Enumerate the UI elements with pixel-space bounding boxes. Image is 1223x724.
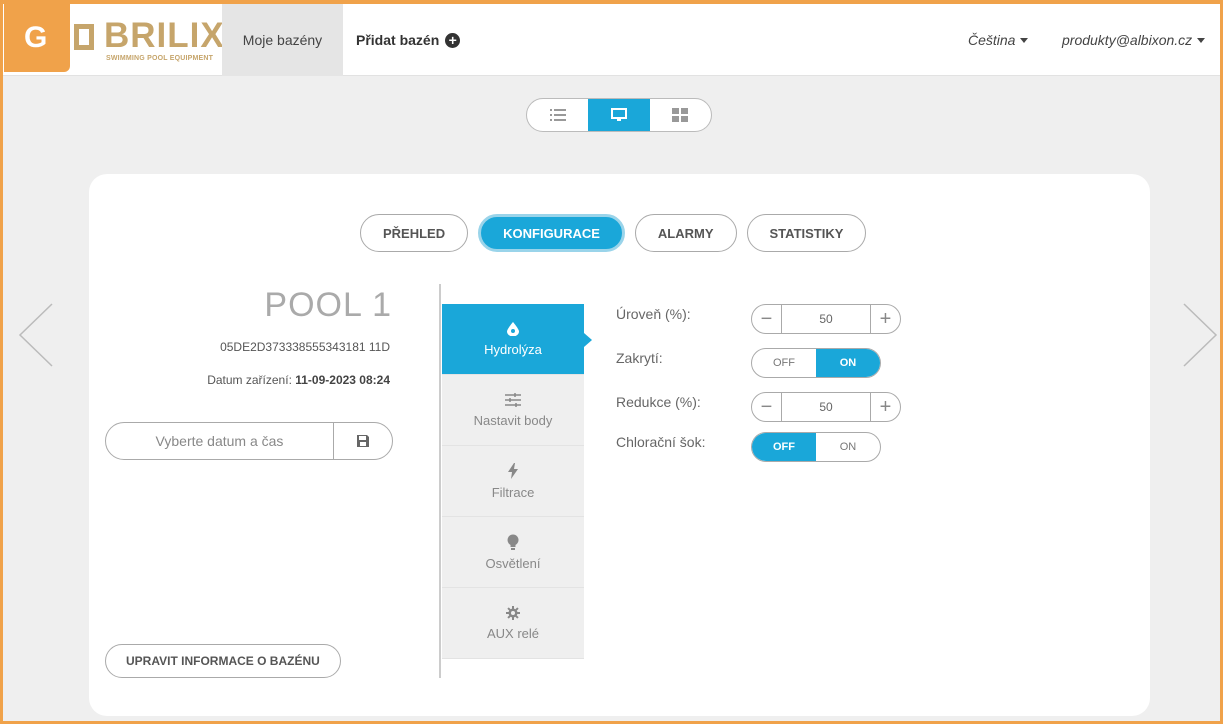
menu-item-label: Osvětlení bbox=[485, 555, 541, 571]
grid-view-button[interactable] bbox=[650, 99, 711, 131]
shock-on-option[interactable]: ON bbox=[816, 433, 880, 461]
logo-subtitle: SWIMMING POOL EQUIPMENT bbox=[106, 55, 214, 62]
menu-item-aux-rele[interactable]: AUX relé bbox=[442, 588, 584, 659]
shock-off-option[interactable]: OFF bbox=[752, 433, 816, 461]
tab-alarmy[interactable]: ALARMY bbox=[634, 214, 737, 252]
sliders-icon bbox=[505, 392, 521, 407]
next-arrow-icon[interactable] bbox=[1180, 300, 1220, 370]
date-picker: Vyberte datum a čas bbox=[105, 422, 393, 460]
config-menu: Hydrolýza Nastavit body Filtrace Osvětle… bbox=[442, 304, 592, 659]
menu-item-label: Nastavit body bbox=[473, 412, 553, 428]
drop-icon bbox=[507, 321, 519, 336]
reduction-increment-button[interactable]: + bbox=[870, 393, 900, 421]
cover-toggle: OFF ON bbox=[751, 348, 881, 378]
save-date-button[interactable] bbox=[334, 423, 392, 459]
level-value[interactable]: 50 bbox=[782, 305, 870, 333]
save-icon bbox=[357, 435, 369, 447]
bolt-icon bbox=[508, 462, 518, 479]
menu-item-hydrolyza[interactable]: Hydrolýza bbox=[442, 304, 592, 375]
single-view-button[interactable] bbox=[588, 99, 650, 131]
pool-name: POOL 1 bbox=[264, 286, 392, 324]
pool-card: PŘEHLED KONFIGURACE ALARMY STATISTIKY PO… bbox=[89, 174, 1150, 716]
list-view-button[interactable] bbox=[527, 99, 588, 131]
setting-reduction: Redukce (%): − 50 + bbox=[616, 392, 936, 432]
hydrolysis-settings: Úroveň (%): − 50 + Zakrytí: OFF ON Reduk… bbox=[616, 304, 936, 476]
bulb-icon bbox=[507, 534, 519, 550]
user-email: produkty@albixon.cz bbox=[1062, 32, 1193, 48]
reduction-decrement-button[interactable]: − bbox=[752, 393, 782, 421]
menu-item-label: Hydrolýza bbox=[484, 341, 542, 357]
nav-add-pool[interactable]: Přidat bazén + bbox=[356, 4, 461, 76]
level-increment-button[interactable]: + bbox=[870, 305, 900, 333]
logo-text: BRILIX bbox=[104, 16, 225, 55]
pool-date-value: 11-09-2023 08:24 bbox=[295, 373, 390, 387]
vertical-divider bbox=[439, 284, 441, 678]
menu-item-nastavit-body[interactable]: Nastavit body bbox=[442, 375, 584, 446]
pool-date-label: Datum zařízení: bbox=[207, 373, 292, 387]
tab-konfigurace[interactable]: KONFIGURACE bbox=[478, 214, 625, 252]
g-badge: G bbox=[4, 4, 70, 72]
nav-my-pools[interactable]: Moje bazény bbox=[222, 4, 343, 76]
setting-cover: Zakrytí: OFF ON bbox=[616, 348, 936, 392]
language-label: Čeština bbox=[968, 32, 1016, 48]
gear-icon bbox=[506, 605, 520, 620]
tab-statistiky[interactable]: STATISTIKY bbox=[746, 214, 867, 252]
reduction-stepper: − 50 + bbox=[751, 392, 901, 422]
list-icon bbox=[549, 109, 566, 121]
pool-id: 05DE2D373338555343181 11D bbox=[220, 340, 390, 354]
menu-item-filtrace[interactable]: Filtrace bbox=[442, 446, 584, 517]
setting-chlorine-shock: Chlorační šok: OFF ON bbox=[616, 432, 936, 476]
language-dropdown[interactable]: Čeština bbox=[968, 4, 1029, 76]
setting-level: Úroveň (%): − 50 + bbox=[616, 304, 936, 348]
grid-icon bbox=[672, 108, 689, 122]
level-label: Úroveň (%): bbox=[616, 306, 691, 322]
menu-item-label: AUX relé bbox=[486, 625, 540, 641]
cover-label: Zakrytí: bbox=[616, 350, 663, 366]
monitor-icon bbox=[610, 108, 627, 121]
level-decrement-button[interactable]: − bbox=[752, 305, 782, 333]
caret-down-icon bbox=[1197, 37, 1206, 43]
tab-prehled[interactable]: PŘEHLED bbox=[360, 214, 469, 252]
date-time-input[interactable]: Vyberte datum a čas bbox=[106, 423, 334, 459]
cover-off-option[interactable]: OFF bbox=[752, 349, 816, 377]
user-dropdown[interactable]: produkty@albixon.cz bbox=[1062, 4, 1206, 76]
caret-down-icon bbox=[1020, 37, 1029, 43]
menu-item-osvetleni[interactable]: Osvětlení bbox=[442, 517, 584, 588]
level-stepper: − 50 + bbox=[751, 304, 901, 334]
pool-tabs: PŘEHLED KONFIGURACE ALARMY STATISTIKY bbox=[360, 214, 867, 252]
reduction-label: Redukce (%): bbox=[616, 394, 701, 410]
view-toggle bbox=[526, 98, 712, 132]
reduction-value[interactable]: 50 bbox=[782, 393, 870, 421]
nav-add-pool-label: Přidat bazén bbox=[356, 32, 440, 48]
plus-circle-icon: + bbox=[445, 32, 461, 48]
cover-on-option[interactable]: ON bbox=[816, 349, 880, 377]
shock-label: Chlorační šok: bbox=[616, 434, 706, 450]
shock-toggle: OFF ON bbox=[751, 432, 881, 462]
prev-arrow-icon[interactable] bbox=[16, 300, 56, 370]
edit-pool-info-button[interactable]: UPRAVIT INFORMACE O BAZÉNU bbox=[105, 644, 341, 678]
menu-item-label: Filtrace bbox=[491, 484, 535, 500]
top-navbar: G BRILIX SWIMMING POOL EQUIPMENT Moje ba… bbox=[0, 0, 1223, 76]
pool-date: Datum zařízení: 11-09-2023 08:24 bbox=[207, 373, 390, 387]
brilix-logo[interactable]: BRILIX SWIMMING POOL EQUIPMENT bbox=[70, 10, 224, 66]
logo-mark bbox=[74, 24, 94, 50]
